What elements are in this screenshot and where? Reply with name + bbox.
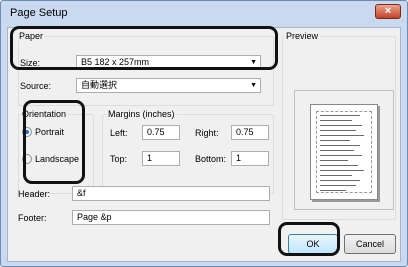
preview-label: Preview xyxy=(284,31,321,41)
right-margin-label: Right: xyxy=(195,128,219,138)
ok-button-label: OK xyxy=(306,239,320,249)
chevron-down-icon: ▼ xyxy=(250,82,257,89)
cancel-button[interactable]: Cancel xyxy=(344,234,396,254)
left-margin-input[interactable]: 0.75 xyxy=(142,125,180,140)
top-margin-input[interactable]: 1 xyxy=(142,151,180,166)
margins-group-label: Margins (inches) xyxy=(106,109,177,119)
bottom-margin-input[interactable]: 1 xyxy=(231,151,269,166)
header-label: Header: xyxy=(18,189,51,199)
paper-group-label: Paper xyxy=(17,31,46,41)
preview-paper xyxy=(310,104,378,200)
chevron-down-icon: ▼ xyxy=(250,59,257,66)
size-label: Size: xyxy=(20,58,41,68)
right-margin-input[interactable]: 0.75 xyxy=(231,125,269,140)
header-value: &f xyxy=(77,188,86,198)
bottom-margin-label: Bottom: xyxy=(195,154,227,164)
portrait-radio[interactable] xyxy=(22,127,32,137)
size-select[interactable]: B5 182 x 257mm ▼ xyxy=(76,55,261,70)
footer-value: Page &p xyxy=(77,212,112,222)
left-margin-label: Left: xyxy=(110,128,128,138)
close-icon: × xyxy=(384,5,392,17)
page-preview xyxy=(294,90,394,210)
orientation-group-label: Orientation xyxy=(20,109,69,119)
cancel-button-label: Cancel xyxy=(355,239,384,249)
landscape-label[interactable]: Landscape xyxy=(35,154,79,164)
dialog-body: Paper Size: B5 182 x 257mm ▼ Source: 自動選… xyxy=(7,27,401,262)
preview-text-area xyxy=(316,111,372,193)
page-setup-window: Page Setup × Paper Size: B5 182 x 257mm … xyxy=(0,0,408,267)
ok-button[interactable]: OK xyxy=(288,234,338,254)
paper-group xyxy=(18,36,274,106)
size-value: B5 182 x 257mm xyxy=(81,57,150,67)
close-button[interactable]: × xyxy=(375,4,401,19)
window-title: Page Setup xyxy=(10,7,68,19)
footer-label: Footer: xyxy=(18,213,47,223)
bottom-margin-value: 1 xyxy=(236,153,242,163)
portrait-label[interactable]: Portrait xyxy=(35,127,64,137)
footer-input[interactable]: Page &p xyxy=(72,210,270,225)
source-value: 自動選択 xyxy=(81,80,118,90)
title-bar[interactable]: Page Setup × xyxy=(1,1,407,27)
landscape-radio[interactable] xyxy=(22,154,32,164)
source-select[interactable]: 自動選択 ▼ xyxy=(76,78,261,93)
left-margin-value: 0.75 xyxy=(147,127,165,137)
source-label: Source: xyxy=(20,81,52,91)
top-margin-label: Top: xyxy=(110,154,128,164)
top-margin-value: 1 xyxy=(147,153,153,163)
header-input[interactable]: &f xyxy=(72,186,270,201)
right-margin-value: 0.75 xyxy=(236,127,254,137)
